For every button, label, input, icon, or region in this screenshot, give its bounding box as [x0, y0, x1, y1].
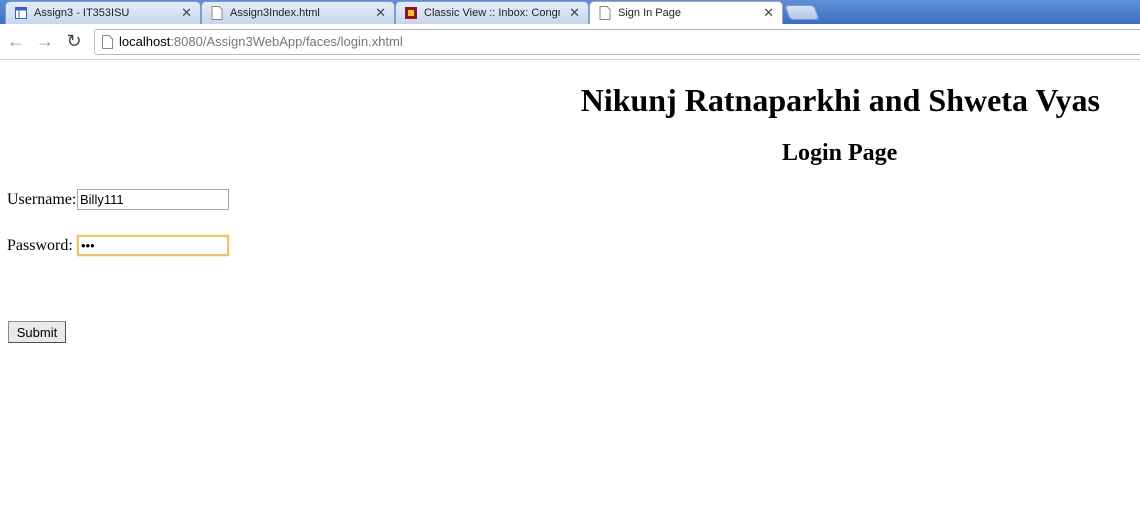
tab-assign3[interactable]: Assign3 - IT353ISU ✕	[5, 1, 201, 24]
page-icon	[599, 6, 611, 20]
page-icon	[102, 35, 113, 49]
new-tab-button[interactable]	[784, 5, 820, 20]
browser-toolbar: ← → ↻ localhost:8080/Assign3WebApp/faces…	[0, 24, 1140, 60]
close-icon[interactable]: ✕	[569, 5, 580, 21]
tab-strip: Assign3 - IT353ISU ✕ Assign3Index.html ✕…	[0, 0, 1140, 25]
tab-title: Assign3 - IT353ISU	[34, 7, 130, 19]
close-icon[interactable]: ✕	[181, 5, 192, 21]
username-field[interactable]	[77, 189, 229, 210]
tab-assign3index[interactable]: Assign3Index.html ✕	[201, 1, 395, 24]
address-bar[interactable]: localhost:8080/Assign3WebApp/faces/login…	[94, 29, 1140, 55]
username-label: Username:	[7, 191, 77, 208]
close-icon[interactable]: ✕	[763, 5, 774, 21]
close-icon[interactable]: ✕	[375, 5, 386, 21]
forward-arrow-icon[interactable]: →	[34, 30, 56, 52]
reload-icon[interactable]: ↻	[63, 30, 85, 52]
back-arrow-icon[interactable]: ←	[5, 30, 27, 52]
tab-title: Assign3Index.html	[230, 7, 320, 19]
url-text: localhost:8080/Assign3WebApp/faces/login…	[119, 34, 403, 49]
password-label: Password:	[7, 237, 73, 254]
page-subtitle: Login Page	[782, 140, 898, 166]
tab-classic-view-inbox[interactable]: Classic View :: Inbox: Congr ✕	[395, 1, 589, 24]
tab-sign-in-page[interactable]: Sign In Page ✕	[589, 1, 783, 25]
mail-icon	[405, 7, 417, 19]
site-icon	[15, 7, 27, 19]
tab-title: Classic View :: Inbox: Congr	[424, 7, 560, 19]
submit-button[interactable]: Submit	[8, 321, 66, 343]
url-path: :8080/Assign3WebApp/faces/login.xhtml	[170, 34, 403, 49]
page-icon	[211, 6, 223, 20]
page-title: Nikunj Ratnaparkhi and Shweta Vyas	[580, 82, 1100, 118]
url-host: localhost	[119, 34, 171, 49]
tab-title: Sign In Page	[618, 7, 681, 19]
password-field[interactable]: •••	[77, 235, 229, 256]
